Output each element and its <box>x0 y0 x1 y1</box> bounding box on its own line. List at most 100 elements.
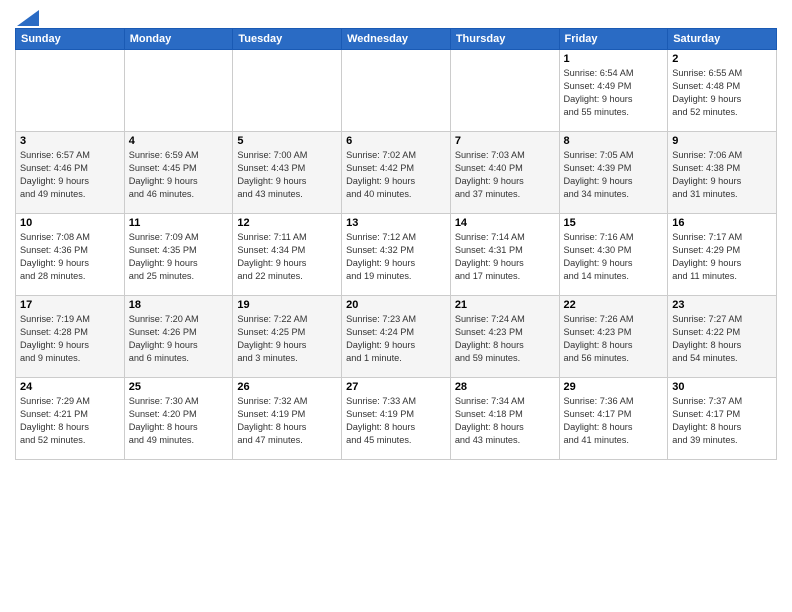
day-info: Sunrise: 7:08 AM Sunset: 4:36 PM Dayligh… <box>20 231 120 283</box>
day-info: Sunrise: 7:36 AM Sunset: 4:17 PM Dayligh… <box>564 395 664 447</box>
week-row-2: 3 Sunrise: 6:57 AM Sunset: 4:46 PM Daylig… <box>16 132 777 214</box>
day-cell-22: 22 Sunrise: 7:26 AM Sunset: 4:23 PM Dayli… <box>559 296 668 378</box>
day-cell-15: 15 Sunrise: 7:16 AM Sunset: 4:30 PM Dayli… <box>559 214 668 296</box>
day-cell-7: 7 Sunrise: 7:03 AM Sunset: 4:40 PM Daylig… <box>450 132 559 214</box>
weekday-tuesday: Tuesday <box>233 29 342 50</box>
day-info: Sunrise: 7:22 AM Sunset: 4:25 PM Dayligh… <box>237 313 337 365</box>
weekday-saturday: Saturday <box>668 29 777 50</box>
day-number: 23 <box>672 299 772 311</box>
day-cell-24: 24 Sunrise: 7:29 AM Sunset: 4:21 PM Dayli… <box>16 378 125 460</box>
week-row-1: 1Sunrise: 6:54 AM Sunset: 4:49 PM Daylig… <box>16 50 777 132</box>
day-cell-28: 28 Sunrise: 7:34 AM Sunset: 4:18 PM Dayli… <box>450 378 559 460</box>
day-info: Sunrise: 7:19 AM Sunset: 4:28 PM Dayligh… <box>20 313 120 365</box>
day-cell-26: 26 Sunrise: 7:32 AM Sunset: 4:19 PM Dayli… <box>233 378 342 460</box>
day-cell-2: 2Sunrise: 6:55 AM Sunset: 4:48 PM Daylig… <box>668 50 777 132</box>
day-cell-9: 9 Sunrise: 7:06 AM Sunset: 4:38 PM Daylig… <box>668 132 777 214</box>
day-info: Sunrise: 7:33 AM Sunset: 4:19 PM Dayligh… <box>346 395 446 447</box>
header <box>15 10 777 20</box>
day-info: Sunrise: 7:02 AM Sunset: 4:42 PM Dayligh… <box>346 149 446 201</box>
weekday-wednesday: Wednesday <box>342 29 451 50</box>
week-row-4: 17 Sunrise: 7:19 AM Sunset: 4:28 PM Dayli… <box>16 296 777 378</box>
day-cell-11: 11Sunrise: 7:09 AM Sunset: 4:35 PM Dayli… <box>124 214 233 296</box>
day-number: 19 <box>237 299 337 311</box>
empty-cell <box>16 50 125 132</box>
day-number: 7 <box>455 135 555 147</box>
day-number: 13 <box>346 217 446 229</box>
day-info: Sunrise: 7:17 AM Sunset: 4:29 PM Dayligh… <box>672 231 772 283</box>
day-cell-18: 18 Sunrise: 7:20 AM Sunset: 4:26 PM Dayli… <box>124 296 233 378</box>
day-cell-6: 6 Sunrise: 7:02 AM Sunset: 4:42 PM Daylig… <box>342 132 451 214</box>
day-cell-29: 29 Sunrise: 7:36 AM Sunset: 4:17 PM Dayli… <box>559 378 668 460</box>
week-row-5: 24 Sunrise: 7:29 AM Sunset: 4:21 PM Dayli… <box>16 378 777 460</box>
day-cell-20: 20 Sunrise: 7:23 AM Sunset: 4:24 PM Dayli… <box>342 296 451 378</box>
day-info: Sunrise: 7:37 AM Sunset: 4:17 PM Dayligh… <box>672 395 772 447</box>
logo-icon <box>17 10 39 26</box>
empty-cell <box>450 50 559 132</box>
day-info: Sunrise: 7:11 AM Sunset: 4:34 PM Dayligh… <box>237 231 337 283</box>
day-cell-27: 27 Sunrise: 7:33 AM Sunset: 4:19 PM Dayli… <box>342 378 451 460</box>
day-cell-19: 19 Sunrise: 7:22 AM Sunset: 4:25 PM Dayli… <box>233 296 342 378</box>
day-number: 3 <box>20 135 120 147</box>
day-cell-25: 25Sunrise: 7:30 AM Sunset: 4:20 PM Dayli… <box>124 378 233 460</box>
day-cell-4: 4 Sunrise: 6:59 AM Sunset: 4:45 PM Daylig… <box>124 132 233 214</box>
day-info: Sunrise: 7:32 AM Sunset: 4:19 PM Dayligh… <box>237 395 337 447</box>
day-number: 4 <box>129 135 229 147</box>
calendar-table: SundayMondayTuesdayWednesdayThursdayFrid… <box>15 28 777 460</box>
day-number: 24 <box>20 381 120 393</box>
day-cell-10: 10Sunrise: 7:08 AM Sunset: 4:36 PM Dayli… <box>16 214 125 296</box>
day-info: Sunrise: 7:03 AM Sunset: 4:40 PM Dayligh… <box>455 149 555 201</box>
day-number: 9 <box>672 135 772 147</box>
day-info: Sunrise: 7:06 AM Sunset: 4:38 PM Dayligh… <box>672 149 772 201</box>
day-number: 26 <box>237 381 337 393</box>
day-info: Sunrise: 7:12 AM Sunset: 4:32 PM Dayligh… <box>346 231 446 283</box>
day-info: Sunrise: 7:34 AM Sunset: 4:18 PM Dayligh… <box>455 395 555 447</box>
day-number: 2 <box>672 53 772 65</box>
day-cell-23: 23Sunrise: 7:27 AM Sunset: 4:22 PM Dayli… <box>668 296 777 378</box>
page: SundayMondayTuesdayWednesdayThursdayFrid… <box>0 0 792 612</box>
weekday-header-row: SundayMondayTuesdayWednesdayThursdayFrid… <box>16 29 777 50</box>
day-cell-16: 16 Sunrise: 7:17 AM Sunset: 4:29 PM Dayli… <box>668 214 777 296</box>
day-info: Sunrise: 6:54 AM Sunset: 4:49 PM Dayligh… <box>564 67 664 119</box>
day-number: 17 <box>20 299 120 311</box>
day-info: Sunrise: 7:30 AM Sunset: 4:20 PM Dayligh… <box>129 395 229 447</box>
day-info: Sunrise: 7:20 AM Sunset: 4:26 PM Dayligh… <box>129 313 229 365</box>
day-info: Sunrise: 7:16 AM Sunset: 4:30 PM Dayligh… <box>564 231 664 283</box>
day-number: 16 <box>672 217 772 229</box>
day-info: Sunrise: 6:57 AM Sunset: 4:46 PM Dayligh… <box>20 149 120 201</box>
day-cell-12: 12 Sunrise: 7:11 AM Sunset: 4:34 PM Dayli… <box>233 214 342 296</box>
empty-cell <box>233 50 342 132</box>
day-cell-3: 3 Sunrise: 6:57 AM Sunset: 4:46 PM Daylig… <box>16 132 125 214</box>
day-number: 15 <box>564 217 664 229</box>
day-info: Sunrise: 7:24 AM Sunset: 4:23 PM Dayligh… <box>455 313 555 365</box>
day-number: 14 <box>455 217 555 229</box>
day-info: Sunrise: 6:59 AM Sunset: 4:45 PM Dayligh… <box>129 149 229 201</box>
day-info: Sunrise: 7:00 AM Sunset: 4:43 PM Dayligh… <box>237 149 337 201</box>
day-number: 18 <box>129 299 229 311</box>
empty-cell <box>342 50 451 132</box>
day-info: Sunrise: 7:26 AM Sunset: 4:23 PM Dayligh… <box>564 313 664 365</box>
day-number: 8 <box>564 135 664 147</box>
day-cell-30: 30 Sunrise: 7:37 AM Sunset: 4:17 PM Dayli… <box>668 378 777 460</box>
day-number: 29 <box>564 381 664 393</box>
weekday-thursday: Thursday <box>450 29 559 50</box>
day-number: 22 <box>564 299 664 311</box>
day-info: Sunrise: 7:29 AM Sunset: 4:21 PM Dayligh… <box>20 395 120 447</box>
empty-cell <box>124 50 233 132</box>
day-number: 6 <box>346 135 446 147</box>
day-number: 28 <box>455 381 555 393</box>
week-row-3: 10Sunrise: 7:08 AM Sunset: 4:36 PM Dayli… <box>16 214 777 296</box>
day-number: 12 <box>237 217 337 229</box>
day-cell-17: 17 Sunrise: 7:19 AM Sunset: 4:28 PM Dayli… <box>16 296 125 378</box>
weekday-monday: Monday <box>124 29 233 50</box>
day-cell-13: 13 Sunrise: 7:12 AM Sunset: 4:32 PM Dayli… <box>342 214 451 296</box>
day-info: Sunrise: 7:14 AM Sunset: 4:31 PM Dayligh… <box>455 231 555 283</box>
day-number: 30 <box>672 381 772 393</box>
day-cell-21: 21 Sunrise: 7:24 AM Sunset: 4:23 PM Dayli… <box>450 296 559 378</box>
day-cell-5: 5Sunrise: 7:00 AM Sunset: 4:43 PM Daylig… <box>233 132 342 214</box>
day-number: 21 <box>455 299 555 311</box>
day-info: Sunrise: 7:23 AM Sunset: 4:24 PM Dayligh… <box>346 313 446 365</box>
day-info: Sunrise: 7:09 AM Sunset: 4:35 PM Dayligh… <box>129 231 229 283</box>
day-number: 20 <box>346 299 446 311</box>
day-number: 27 <box>346 381 446 393</box>
weekday-sunday: Sunday <box>16 29 125 50</box>
